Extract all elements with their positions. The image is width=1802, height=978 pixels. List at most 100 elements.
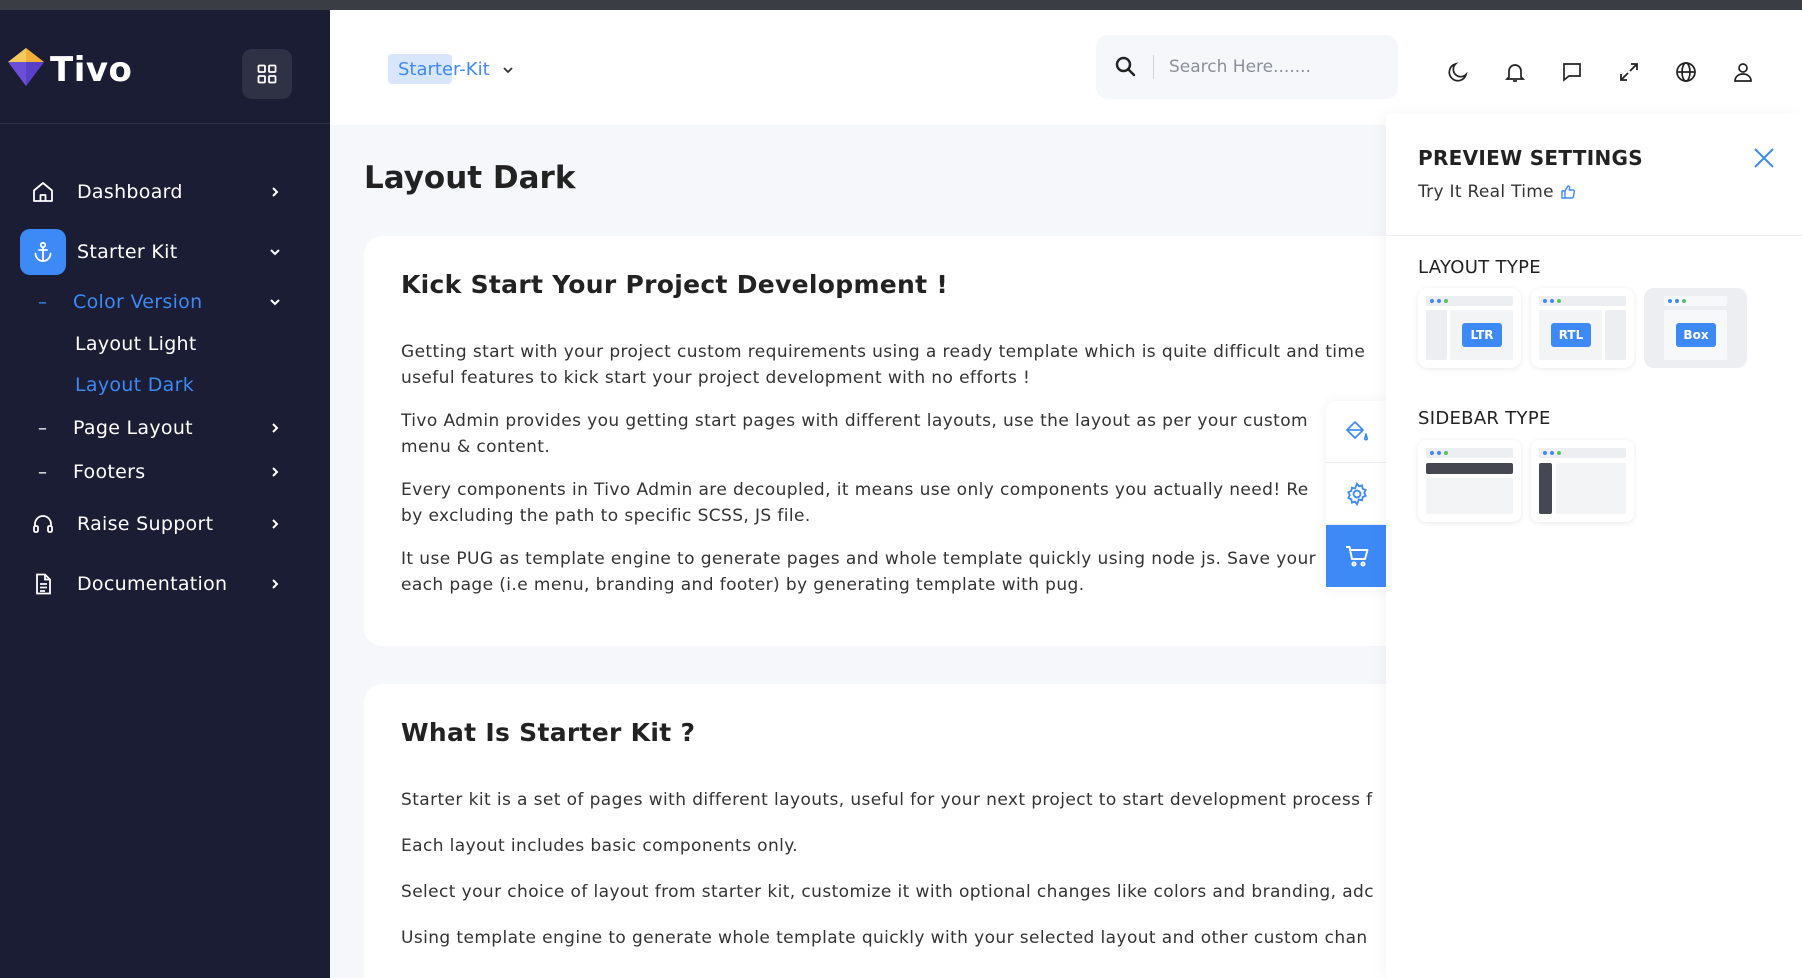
moon-icon[interactable] [1444,58,1472,86]
paragraph-line: Select your choice of layout from starte… [401,882,1374,902]
sidebar-option-vertical[interactable] [1531,440,1634,522]
settings-button[interactable] [1326,463,1387,525]
cart-icon [1345,546,1368,567]
sidebar-item-documentation[interactable]: Documentation [0,559,330,609]
sidebar-item-label: Layout Light [75,333,197,355]
app-grid-button[interactable] [242,49,292,99]
card-heading: What Is Starter Kit ? [401,718,696,747]
document-icon [28,569,58,599]
panel-subtitle: Try It Real Time [1418,182,1554,202]
sidebar-item-raise-support[interactable]: Raise Support [0,499,330,549]
sidebar-item-dashboard[interactable]: Dashboard [0,167,330,217]
breadcrumb: Starter-Kit [398,58,490,80]
dash-marker: – [38,291,47,313]
panel-subtitle-row: Try It Real Time [1418,182,1576,202]
mini-dot [1682,299,1686,303]
browser-top-strip [0,0,1802,10]
dash-marker: – [38,461,47,483]
chevron-right-icon [266,463,284,481]
globe-icon[interactable] [1672,58,1700,86]
paragraph-line: each page (i.e menu, branding and footer… [401,575,1085,595]
paragraph-line: useful features to kick start your proje… [401,368,1031,388]
paragraph-line: It use PUG as template engine to generat… [401,549,1317,569]
anchor-icon [20,229,66,275]
mini-dot [1437,299,1441,303]
sidebar-item-footers[interactable]: – Footers [0,447,330,497]
page-title: Layout Dark [364,160,576,196]
customizer-toolbar [1326,401,1387,591]
expand-icon[interactable] [1615,58,1643,86]
sidebar-item-label: Documentation [77,573,228,595]
chat-icon[interactable] [1558,58,1586,86]
mini-dot [1557,299,1561,303]
layout-type-label: LAYOUT TYPE [1418,257,1541,278]
mini-dot [1543,299,1547,303]
search-box [1096,35,1398,99]
breadcrumb-dropdown[interactable]: Starter-Kit [388,54,513,84]
thumbs-up-icon [1561,185,1575,199]
sidebar: Tivo Dashboard Starter Kit – Color Versi [0,10,330,978]
close-icon[interactable] [1750,144,1778,172]
top-header: Starter-Kit [330,10,1802,125]
mini-vertical-nav [1539,463,1552,514]
search-input[interactable] [1169,49,1379,85]
home-icon [28,177,58,207]
layout-option-rtl[interactable]: RTL [1531,288,1634,368]
sidebar-option-horizontal[interactable] [1418,440,1521,522]
layout-option-ltr[interactable]: LTR [1418,288,1521,368]
sidebar-item-label: Layout Dark [75,374,195,396]
grid-icon [257,64,277,84]
brand: Tivo [0,10,330,124]
paragraph-line: by excluding the path to specific SCSS, … [401,506,811,526]
mini-dot [1550,451,1554,455]
sidebar-item-label: Raise Support [77,513,214,535]
user-icon[interactable] [1729,58,1757,86]
panel-header: PREVIEW SETTINGS Try It Real Time [1386,114,1802,236]
mini-horizontal-nav [1426,463,1513,474]
search-icon[interactable] [1114,55,1136,81]
paragraph-line: Starter kit is a set of pages with diffe… [401,790,1373,810]
bell-icon[interactable] [1501,58,1529,86]
chevron-down-icon [266,243,284,261]
brand-name[interactable]: Tivo [50,50,132,90]
preview-settings-panel: PREVIEW SETTINGS Try It Real Time LAYOUT… [1386,114,1802,978]
paint-bucket-icon [1345,420,1368,440]
panel-title: PREVIEW SETTINGS [1418,146,1643,170]
sidebar-item-label: Starter Kit [77,241,178,263]
chevron-right-icon [266,419,284,437]
sidebar-item-starter-kit[interactable]: Starter Kit [0,227,330,277]
paragraph-line: Every components in Tivo Admin are decou… [401,480,1309,500]
chevron-down-icon [502,61,514,80]
mini-dot [1444,299,1448,303]
mini-topbar [1664,296,1727,306]
mini-sidebar [1426,310,1447,360]
mini-main [1556,463,1626,514]
search-divider [1153,55,1154,79]
mini-dot [1430,451,1434,455]
layout-badge: Box [1676,323,1716,347]
cart-button[interactable] [1326,525,1387,587]
paragraph-line: Each layout includes basic components on… [401,836,799,856]
paint-bucket-button[interactable] [1326,401,1387,463]
mini-dot [1430,299,1434,303]
paragraph-line: Using template engine to generate whole … [401,928,1368,948]
layout-option-box[interactable]: Box [1644,288,1747,368]
paragraph-line: Tivo Admin provides you getting start pa… [401,411,1309,431]
sidebar-item-label: Footers [73,461,146,483]
paragraph-line: Getting start with your project custom r… [401,342,1366,362]
gear-icon [1346,481,1367,506]
chevron-down-icon [266,293,284,311]
chevron-right-icon [266,575,284,593]
paragraph-line: menu & content. [401,437,551,457]
logo-icon [8,48,44,86]
chevron-right-icon [266,183,284,201]
sidebar-item-label: Dashboard [77,181,183,203]
dash-marker: – [38,417,47,439]
mini-dot [1444,451,1448,455]
sidebar-item-label: Page Layout [73,417,193,439]
mini-main [1426,478,1513,514]
chevron-right-icon [266,515,284,533]
card-heading: Kick Start Your Project Development ! [401,270,949,299]
sidebar-item-page-layout[interactable]: – Page Layout [0,403,330,453]
mini-dot [1675,299,1679,303]
